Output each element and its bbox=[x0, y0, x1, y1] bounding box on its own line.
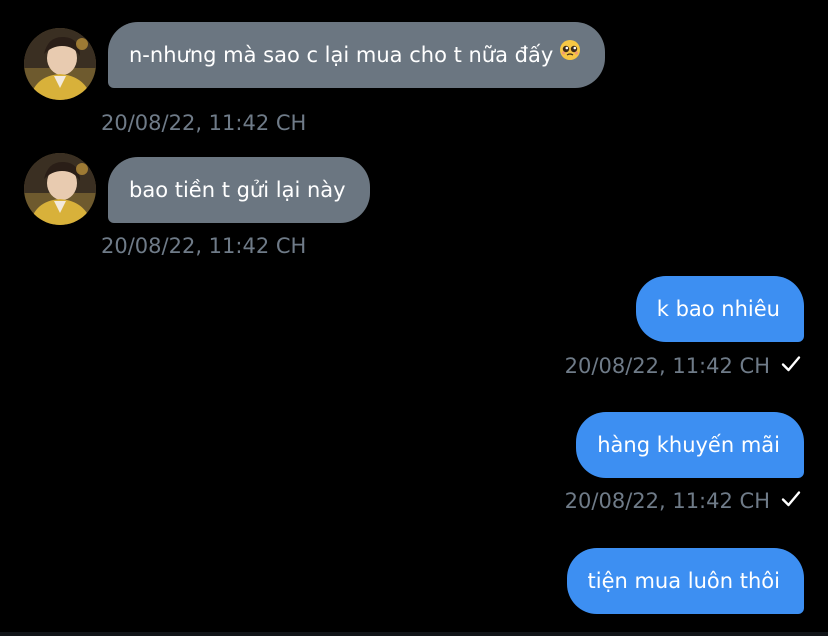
message-timestamp: 20/08/22, 11:42 CH bbox=[101, 111, 307, 135]
pleading-face-icon bbox=[559, 21, 581, 87]
chat-thread: n-nhưng mà sao c lại mua cho t nữa đấy 2… bbox=[0, 0, 828, 636]
sender-avatar[interactable] bbox=[24, 28, 96, 100]
outgoing-message-bubble[interactable]: tiện mua luôn thôi bbox=[566, 548, 804, 614]
message-text: tiện mua luôn thôi bbox=[587, 569, 781, 593]
incoming-message-bubble[interactable]: n-nhưng mà sao c lại mua cho t nữa đấy bbox=[108, 21, 606, 88]
message-text: hàng khuyến mãi bbox=[597, 433, 780, 457]
outgoing-message-bubble[interactable]: hàng khuyến mãi bbox=[576, 412, 804, 478]
message-text: k bao nhiêu bbox=[656, 297, 780, 321]
outgoing-message-bubble[interactable]: k bao nhiêu bbox=[635, 276, 804, 342]
incoming-message-bubble[interactable]: bao tiền t gửi lại này bbox=[108, 157, 370, 223]
message-timestamp: 20/08/22, 11:42 CH bbox=[564, 489, 770, 513]
divider bbox=[0, 632, 828, 636]
check-icon bbox=[780, 354, 802, 378]
message-meta: 20/08/22, 11:42 CH bbox=[565, 487, 802, 515]
message-text: bao tiền t gửi lại này bbox=[129, 178, 346, 202]
message-timestamp: 20/08/22, 11:42 CH bbox=[564, 354, 770, 378]
message-timestamp: 20/08/22, 11:42 CH bbox=[101, 234, 307, 258]
message-meta: 20/08/22, 11:42 CH bbox=[565, 352, 802, 380]
check-icon bbox=[780, 489, 802, 513]
message-text: n-nhưng mà sao c lại mua cho t nữa đấy bbox=[129, 43, 554, 67]
sender-avatar[interactable] bbox=[24, 153, 96, 225]
